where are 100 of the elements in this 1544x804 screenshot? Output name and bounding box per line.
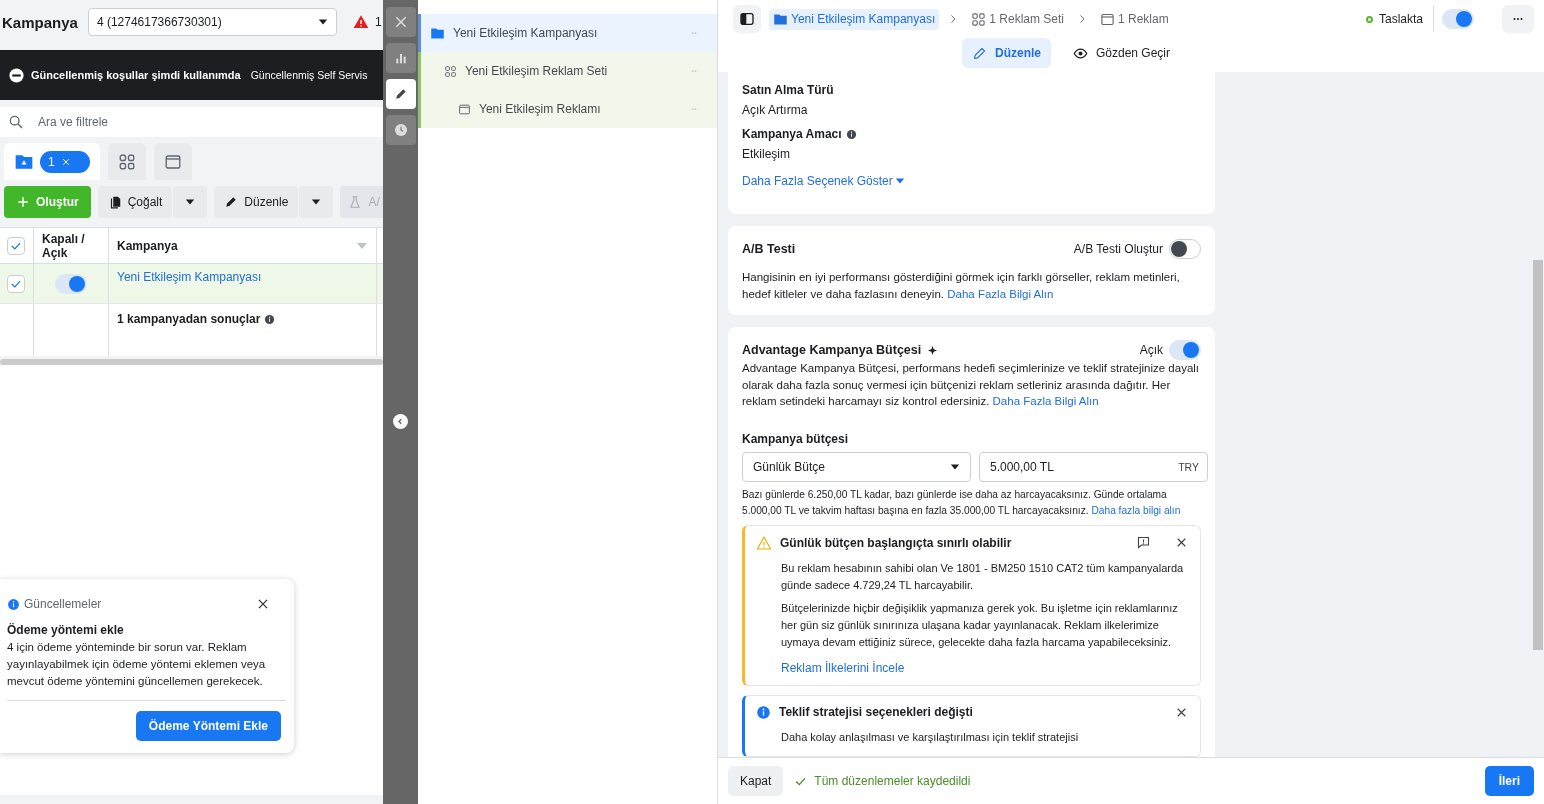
alert-text: Bu reklam hesabının sahibi olan Ve 1801 - BM250 1510 CAT2 tüm kampanyalarda günde sadece 4.729,24 TL harcayabilir. — [781, 560, 1185, 593]
window-icon — [458, 102, 471, 116]
dropdown-button[interactable] — [299, 186, 334, 218]
field-label: Kampanya Amacı — [742, 127, 1201, 141]
notification-category: Güncellemeler — [24, 597, 102, 611]
chevron-left-icon — [396, 417, 405, 426]
budget-amount-field[interactable]: 5.000,00 TL — [988, 458, 1179, 475]
editor-tab[interactable]: Düzenle — [961, 38, 1051, 68]
section-title: Advantage Kampanya Bütçesi — [742, 343, 922, 357]
tree-item[interactable]: Yeni Etkileşim Reklamı — [418, 90, 717, 128]
info-icon — [7, 597, 20, 611]
page-title: Kampanya — [2, 13, 78, 31]
toolbar-button[interactable]: Çoğalt — [97, 186, 173, 218]
add-payment-button[interactable]: Ödeme Yöntemi Ekle — [135, 711, 281, 741]
breadcrumb[interactable]: 1 Reklam — [1096, 8, 1173, 30]
field-value: Etkileşim — [742, 147, 791, 161]
editor-tab[interactable]: Gözden Geçir — [1063, 38, 1181, 68]
column-header[interactable]: Kampanya — [109, 228, 377, 263]
toggle-switch[interactable] — [1169, 340, 1201, 360]
search-field[interactable]: Ara ve filtrele — [36, 114, 336, 130]
clock-icon — [392, 122, 409, 138]
toggle-switch[interactable] — [1442, 9, 1474, 29]
close-icon[interactable] — [256, 597, 270, 611]
info-icon — [756, 704, 771, 720]
pencil-icon — [971, 45, 987, 61]
description-text: Hangisinin en iyi performansı gösterdiğini görmek için farklı görseller, reklam metinleri, hedef kitleler ve daha fazlasını deneyin. Daha Fazla Bilgi Alın — [742, 270, 1181, 302]
next-button[interactable]: İleri — [1484, 766, 1534, 796]
alert-text: Daha kolay anlaşılması ve karşılaştırılması için teklif stratejisi — [781, 729, 1080, 745]
notification-text: 4 için ödeme yönteminde bir sorun var. Reklam yayınlayabilmek için ödeme yöntemi eklemen veya mevcut ödeme yöntemini güncellemen gerekecek. — [7, 640, 267, 689]
toolbar-button[interactable]: Düzenle — [214, 186, 299, 218]
window-icon — [164, 152, 182, 171]
flask-icon — [348, 195, 363, 209]
description-text: Advantage Kampanya Bütçesi, performans hedefi seçimlerinize ve teklif stratejinize dayalı olarak daha fazla sonuç vermesi için bütçenizi reklam setleriniz arasında dağıtır. Her reklam setindeki harcamayı siz kontrol edersiniz. Daha Fazla Bilgi Alın — [742, 361, 1201, 409]
budget-type-dropdown[interactable]: Günlük Bütçe — [742, 451, 971, 482]
info-icon — [845, 128, 857, 140]
toggle-label: Açık — [1139, 343, 1163, 357]
level-tab[interactable] — [154, 143, 192, 180]
link[interactable]: Daha fazla bilgi alın — [1091, 504, 1181, 516]
show-more-link[interactable]: Daha Fazla Seçenek Göster — [742, 174, 905, 188]
caret-icon — [317, 17, 328, 27]
search-bar[interactable]: Ara ve filtrele — [0, 107, 383, 137]
checkbox[interactable] — [7, 274, 25, 293]
tree-item[interactable]: Yeni Etkileşim Kampanyası — [418, 14, 717, 52]
account-dropdown[interactable]: 4 (1274617366730301) — [87, 8, 337, 36]
banner-text: Güncellenmiş Self Servis — [250, 69, 368, 81]
tree-item[interactable]: Yeni Etkileşim Reklam Seti — [418, 52, 717, 90]
caret-icon — [894, 176, 905, 186]
alert-text: Bütçelerinizde hiçbir değişiklik yapmanıza gerek yok. Bu işletme için reklamlarınız her gün siz günlük sınırınıza ulaşana kadar yayınlanacak. Reklam ilkelerimize uymaya devam ettiğiniz sürece, gelecekte daha fazla harcama yapabileceksiniz. — [781, 600, 1179, 650]
link[interactable]: Reklam İlkelerini İncele — [781, 660, 905, 675]
dropdown-button[interactable] — [173, 186, 208, 218]
link[interactable]: Daha Fazla Bilgi Alın — [947, 287, 1054, 300]
level-tab[interactable]: 1 — [4, 143, 100, 180]
sparkle-icon — [927, 344, 939, 356]
plus-icon — [16, 195, 30, 209]
link[interactable]: Daha Fazla Bilgi Alın — [992, 395, 1099, 407]
caret-icon — [185, 197, 196, 207]
warning-count: 1 — [374, 15, 382, 29]
checkbox[interactable] — [7, 236, 25, 255]
collapse-button[interactable] — [393, 414, 408, 429]
feedback-icon[interactable] — [1136, 535, 1151, 550]
pencil-icon — [393, 87, 408, 101]
warning-icon — [352, 14, 369, 30]
search-icon — [8, 114, 24, 130]
grid-icon — [971, 11, 987, 27]
info-icon — [264, 313, 276, 325]
eye-icon — [1073, 45, 1088, 61]
filter-chip[interactable]: 1 — [40, 150, 90, 173]
side-button[interactable] — [385, 115, 416, 145]
toggle-switch[interactable] — [1169, 239, 1201, 259]
toggle-switch[interactable] — [55, 273, 87, 294]
field-value: Açık Artırma — [742, 103, 809, 117]
campaign-name-link[interactable]: Yeni Etkileşim Kampanyası — [117, 270, 262, 284]
scrollbar[interactable] — [0, 359, 383, 365]
save-status: Tüm düzenlemeler kaydedildi — [814, 774, 971, 788]
field-label: Kampanya bütçesi — [742, 431, 850, 446]
sidebar-icon — [739, 11, 755, 27]
alert-title: Günlük bütçen başlangıçta sınırlı olabilir — [780, 535, 1013, 550]
caret-icon — [311, 197, 322, 207]
budget-note: Bazı günlerde 6.250,00 TL kadar, bazı günlerde ise daha az harcayacaksınız. Günde ortalama 5.000,00 TL ve takvim haftası başına en fazla 35.000,00 TL harcayacaksınız. Daha fazla bilgi alın — [742, 487, 1182, 518]
breadcrumb[interactable]: 1 Reklam Seti — [967, 8, 1068, 30]
close-icon[interactable] — [1175, 536, 1188, 549]
close-button[interactable]: Kapat — [728, 766, 784, 796]
side-button[interactable] — [385, 43, 416, 73]
warning-icon — [756, 534, 772, 551]
alert-title: Teklif stratejisi seçenekleri değişti — [779, 705, 974, 719]
banner-title: Güncellenmiş koşullar şimdi kullanımda — [31, 69, 241, 81]
grid-icon — [118, 152, 136, 171]
panel-toggle-button[interactable] — [733, 5, 761, 33]
notification-title: Ödeme yöntemi ekle — [7, 623, 125, 637]
level-tab[interactable] — [108, 143, 146, 180]
pencil-icon — [224, 195, 239, 209]
summary-text: 1 kampanyadan sonuçlar — [117, 312, 276, 326]
minus-circle-icon — [8, 66, 25, 84]
amount-field[interactable]: 5.000,00 TL TRY — [979, 451, 1208, 482]
side-button[interactable] — [385, 79, 416, 109]
toggle-label: A/B Testi Oluştur — [1073, 242, 1163, 256]
field-label: Satın Alma Türü — [742, 83, 835, 97]
breadcrumb[interactable]: Yeni Etkileşim Kampanyası — [769, 8, 940, 30]
currency-label: TRY — [1178, 460, 1199, 473]
status-text: Taslakta — [1378, 12, 1423, 26]
